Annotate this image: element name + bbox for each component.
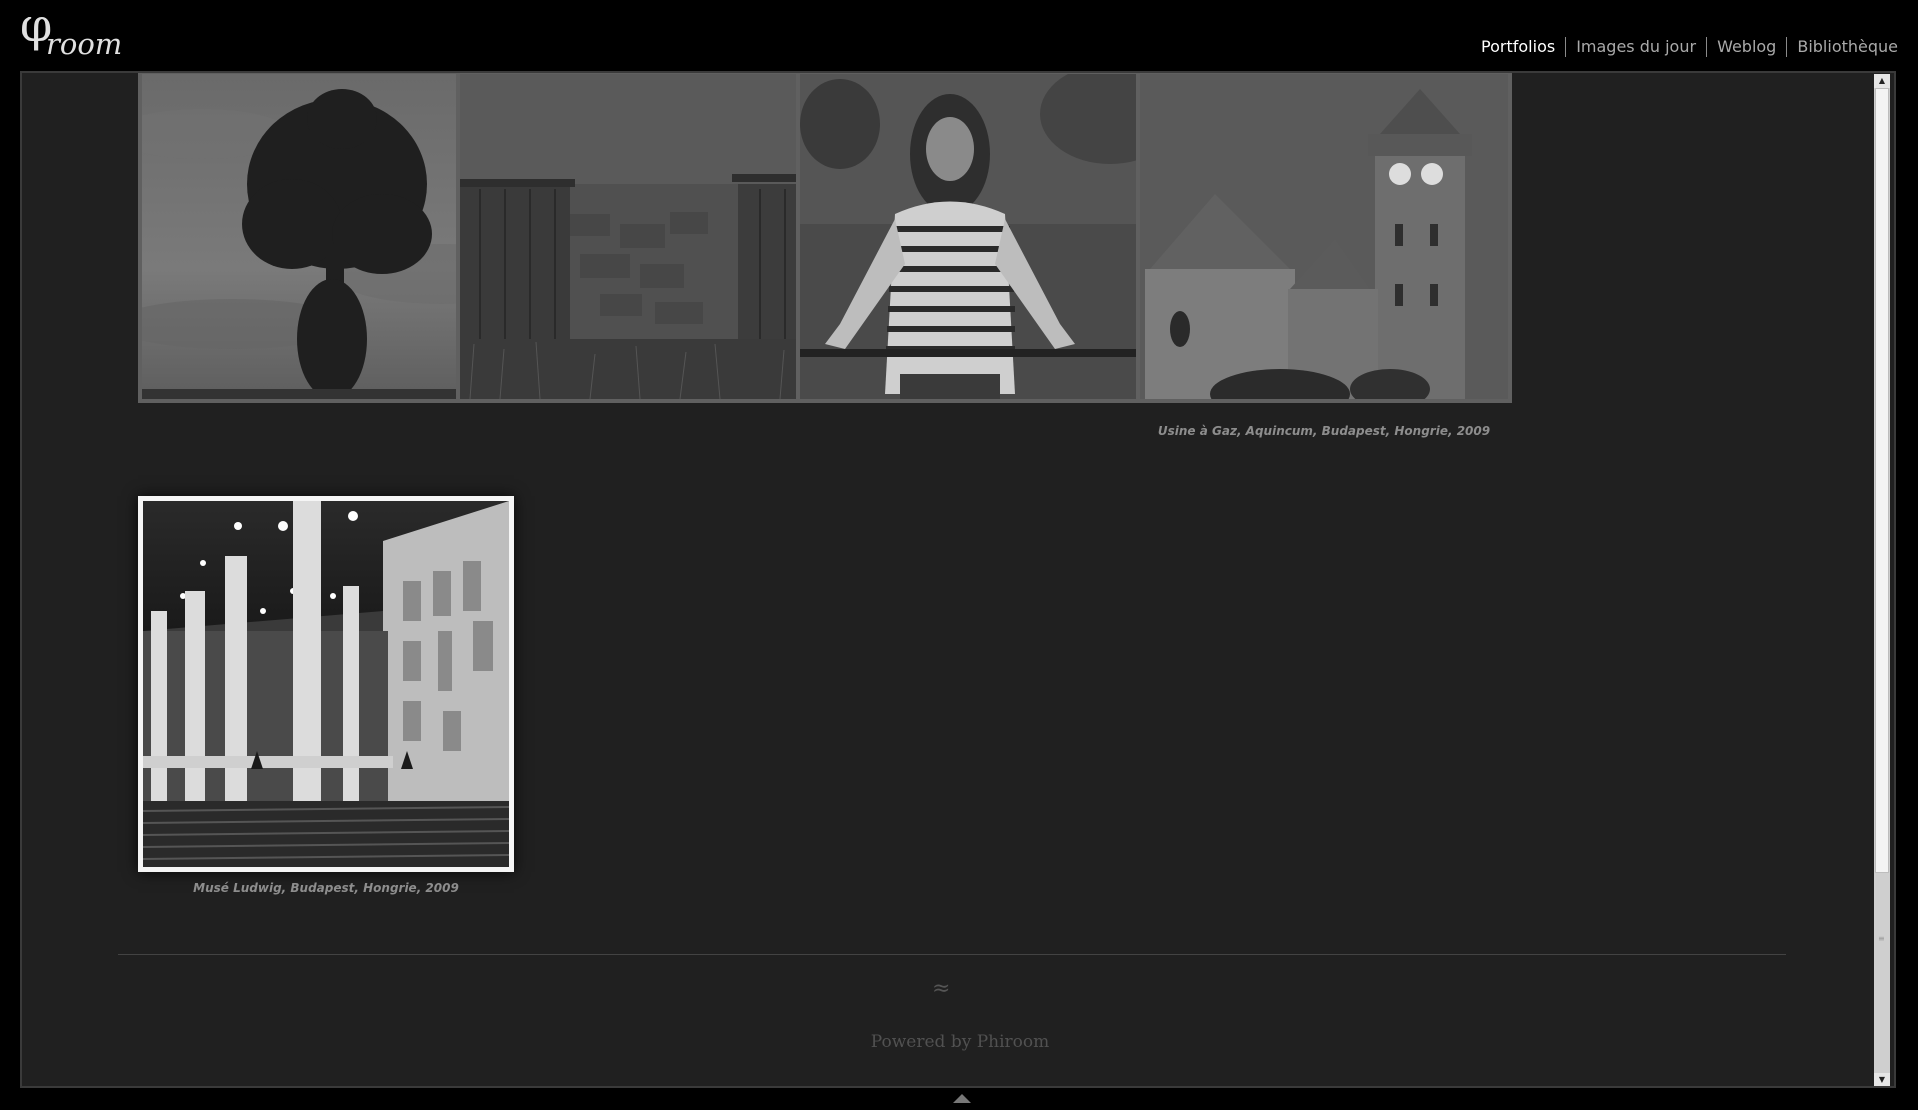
tree-photo bbox=[142, 74, 510, 399]
scroll-down-arrow-icon[interactable]: ▼ bbox=[1874, 1073, 1890, 1086]
expand-up-arrow-icon[interactable] bbox=[953, 1094, 971, 1103]
phiroom-logo[interactable]: φ room bbox=[20, 2, 123, 62]
photo-thumbnail-wall[interactable] bbox=[456, 73, 832, 403]
logo-wordmark: room bbox=[46, 27, 123, 61]
photo-thumbnail-usine-a-gaz[interactable] bbox=[1136, 73, 1512, 403]
photo-thumbnail-portrait[interactable] bbox=[796, 73, 1172, 403]
wall-photo bbox=[460, 74, 828, 399]
musee-ludwig-photo bbox=[143, 501, 509, 867]
footer-divider bbox=[118, 954, 1786, 955]
footer-ornament: ≈ bbox=[932, 976, 951, 1001]
vertical-scrollbar[interactable]: ▲ ≡ ▼ bbox=[1874, 74, 1890, 1086]
caption-usine-a-gaz: Usine à Gaz, Aquincum, Budapest, Hongrie… bbox=[1157, 424, 1491, 438]
nav-bibliotheque[interactable]: Bibliothèque bbox=[1786, 37, 1898, 57]
nav-portfolios[interactable]: Portfolios bbox=[1471, 37, 1565, 57]
main-navigation: Portfolios Images du jour Weblog Bibliot… bbox=[1471, 37, 1898, 57]
photo-thumbnail-musee-ludwig[interactable] bbox=[138, 496, 514, 872]
scroll-grip-icon: ≡ bbox=[1878, 934, 1885, 943]
portrait-photo bbox=[800, 74, 1168, 399]
portfolio-frame: Usine à Gaz, Aquincum, Budapest, Hongrie… bbox=[20, 71, 1896, 1088]
nav-images-du-jour[interactable]: Images du jour bbox=[1565, 37, 1706, 57]
usine-a-gaz-photo bbox=[1140, 74, 1508, 399]
scroll-up-arrow-icon[interactable]: ▲ bbox=[1874, 74, 1890, 88]
nav-weblog[interactable]: Weblog bbox=[1706, 37, 1786, 57]
caption-musee-ludwig: Musé Ludwig, Budapest, Hongrie, 2009 bbox=[193, 881, 459, 895]
scrollbar-thumb[interactable] bbox=[1875, 88, 1889, 873]
powered-by-link[interactable]: Powered by Phiroom bbox=[22, 1032, 1894, 1052]
